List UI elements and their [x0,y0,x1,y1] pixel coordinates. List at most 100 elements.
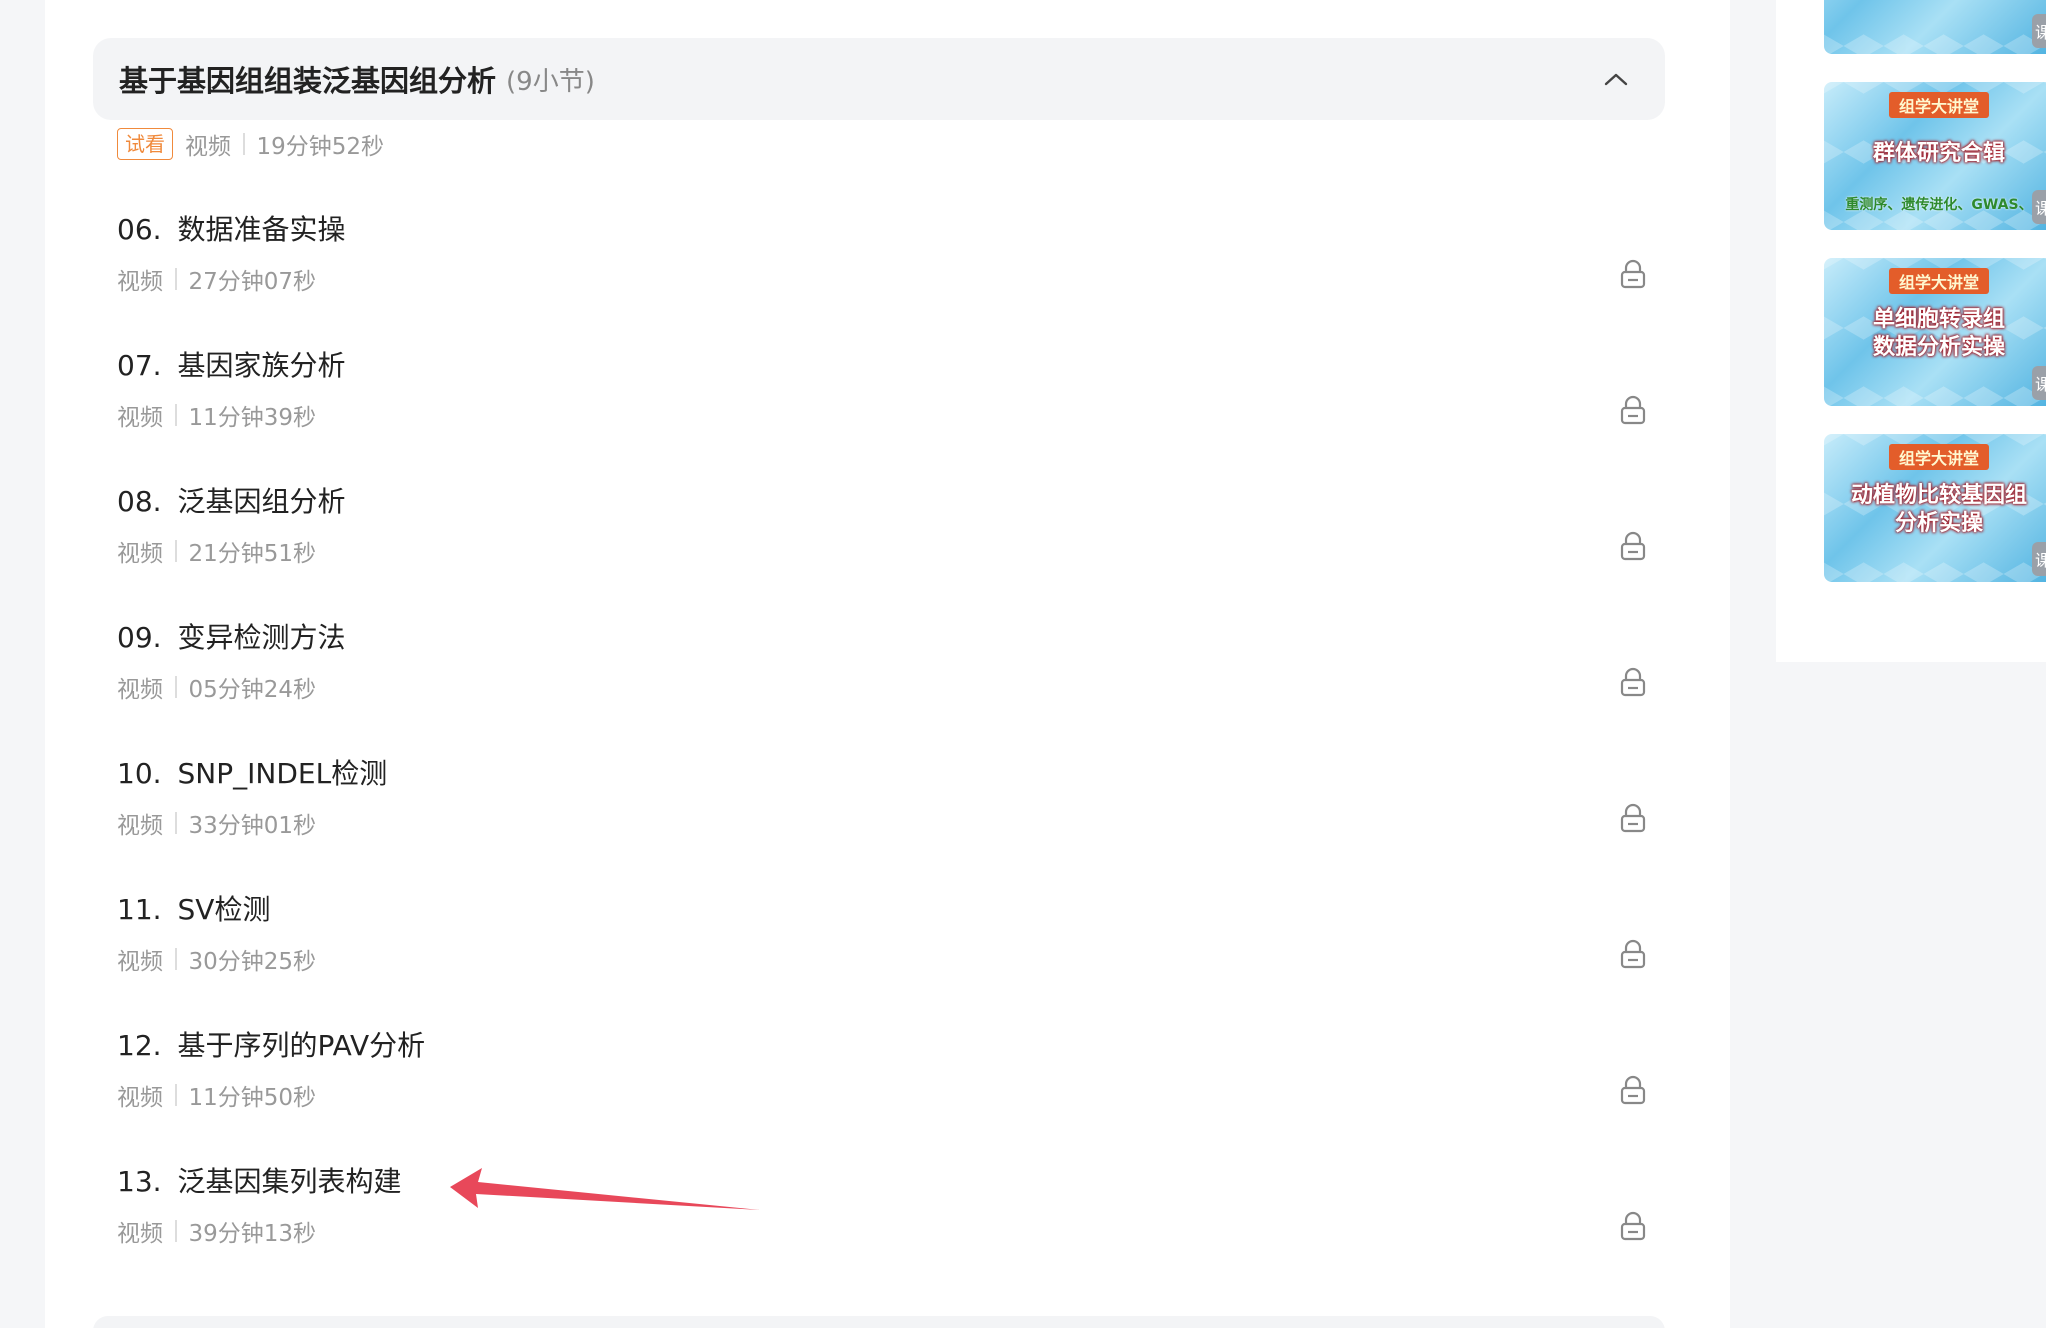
course-thumbnail[interactable]: 组学大讲堂 动植物比较基因组 分析实操 课 [1824,434,2046,582]
lesson-item[interactable]: 09. 变异检测方法 视频 05分钟24秒 [117,598,1677,734]
lock-icon [1617,666,1649,698]
lock-icon [1617,802,1649,834]
lesson-type: 视频 [117,1221,163,1247]
trial-badge: 试看 [117,128,173,160]
lesson-duration: 11分钟39秒 [188,405,317,431]
lesson-name: 泛基因组分析 [177,485,346,518]
divider [175,404,177,426]
divider [243,133,245,155]
lesson-number: 10. [117,757,162,790]
lesson-meta: 视频 27分钟07秒 [117,262,316,296]
lesson-title: 10. SNP_INDEL检测 [117,752,387,792]
lesson-meta: 视频 33分钟01秒 [117,806,316,840]
lesson-title: 12. 基于序列的PAV分析 [117,1024,425,1064]
lesson-name: 变异检测方法 [177,621,346,654]
lesson-item[interactable]: 11. SV检测 视频 30分钟25秒 [117,870,1677,1006]
course-thumbnail[interactable]: 课 [1824,0,2046,54]
lesson-duration: 19分钟52秒 [256,134,385,160]
chapter-panel: 基于基因组组装泛基因组分析 (9小节) 试看 视频 19分钟52秒 06. 数据准… [45,0,1730,1328]
divider [175,676,177,698]
section-title: 基于基因组组装泛基因组分析 [119,64,497,98]
lesson-number: 09. [117,621,162,654]
lesson-title: 11. SV检测 [117,888,270,928]
lesson-type: 视频 [117,677,163,703]
lesson-number: 12. [117,1029,162,1062]
lesson-title: 09. 变异检测方法 [117,616,346,656]
course-tag: 组学大讲堂 [1888,92,1990,118]
divider [175,1084,177,1106]
lock-icon [1617,530,1649,562]
lesson-type: 视频 [117,541,163,567]
lesson-duration: 33分钟01秒 [188,813,317,839]
lesson-item[interactable]: 12. 基于序列的PAV分析 视频 11分钟50秒 [117,1006,1677,1142]
lesson-number: 07. [117,349,162,382]
trial-lesson-meta[interactable]: 试看 视频 19分钟52秒 [117,126,384,162]
lesson-duration: 21分钟51秒 [188,541,317,567]
course-corner-label: 课 [2032,14,2046,48]
lesson-type: 视频 [117,269,163,295]
divider [175,948,177,970]
lesson-number: 11. [117,893,162,926]
lesson-duration: 11分钟50秒 [188,1085,317,1111]
divider [175,268,177,290]
lesson-meta: 视频 11分钟39秒 [117,398,316,432]
course-subtitle: 重测序、遗传进化、GWAS、 [1845,197,2033,213]
course-title: 单细胞转录组 数据分析实操 [1872,307,2005,360]
course-page: 基于基因组组装泛基因组分析 (9小节) 试看 视频 19分钟52秒 06. 数据准… [0,0,2046,1328]
annotation-arrow-icon [450,1168,760,1210]
lesson-number: 06. [117,213,162,246]
lesson-item[interactable]: 13. 泛基因集列表构建 视频 39分钟13秒 [117,1142,1677,1278]
course-corner-label: 课 [2032,366,2046,400]
lesson-type: 视频 [117,405,163,431]
divider [175,1220,177,1242]
lesson-name: 基于序列的PAV分析 [177,1029,426,1062]
course-corner-label: 课 [2032,190,2046,224]
course-corner-label: 课 [2032,542,2046,576]
lesson-number: 08. [117,485,162,518]
lock-icon [1617,938,1649,970]
lock-icon [1617,1074,1649,1106]
section-count: (9小节) [506,66,595,97]
lock-icon [1617,258,1649,290]
lesson-duration: 39分钟13秒 [188,1221,317,1247]
lock-icon [1617,1210,1649,1242]
lesson-item[interactable]: 07. 基因家族分析 视频 11分钟39秒 [117,326,1677,462]
lesson-title: 13. 泛基因集列表构建 [117,1160,402,1200]
course-tag: 组学大讲堂 [1888,444,1990,470]
lesson-item[interactable]: 10. SNP_INDEL检测 视频 33分钟01秒 [117,734,1677,870]
lesson-type: 视频 [185,134,231,160]
lesson-name: SNP_INDEL检测 [177,757,388,790]
lesson-duration: 30分钟25秒 [188,949,317,975]
lesson-item[interactable]: 06. 数据准备实操 视频 27分钟07秒 [117,190,1677,326]
course-thumbnail[interactable]: 组学大讲堂 单细胞转录组 数据分析实操 课 [1824,258,2046,406]
lesson-meta: 视频 39分钟13秒 [117,1214,316,1248]
lesson-meta: 视频 21分钟51秒 [117,534,316,568]
lesson-type: 视频 [117,813,163,839]
course-title: 动植物比较基因组 分析实操 [1850,483,2027,536]
recommended-courses: 课 组学大讲堂 群体研究合辑 重测序、遗传进化、GWAS、 课 组学大讲堂 单细… [1776,0,2046,662]
lesson-title: 06. 数据准备实操 [117,208,346,248]
course-tag: 组学大讲堂 [1888,268,1990,294]
lesson-number: 13. [117,1165,162,1198]
chevron-up-icon[interactable] [1601,64,1631,94]
course-title: 群体研究合辑 [1872,141,2005,166]
lesson-list: 06. 数据准备实操 视频 27分钟07秒 07. 基因家族分析 视频 11分钟39秒 … [117,190,1677,1278]
next-section-header[interactable] [93,1316,1665,1328]
lock-icon [1617,394,1649,426]
lesson-name: 数据准备实操 [177,213,346,246]
lesson-name: 基因家族分析 [177,349,346,382]
lesson-type: 视频 [117,1085,163,1111]
lesson-meta: 视频 11分钟50秒 [117,1078,316,1112]
lesson-meta: 视频 05分钟24秒 [117,670,316,704]
lesson-item[interactable]: 08. 泛基因组分析 视频 21分钟51秒 [117,462,1677,598]
section-header[interactable]: 基于基因组组装泛基因组分析 (9小节) [93,38,1665,120]
lesson-title: 07. 基因家族分析 [117,344,346,384]
divider [175,812,177,834]
lesson-duration: 05分钟24秒 [188,677,317,703]
course-thumbnail[interactable]: 组学大讲堂 群体研究合辑 重测序、遗传进化、GWAS、 课 [1824,82,2046,230]
lesson-duration: 27分钟07秒 [188,269,317,295]
lesson-type: 视频 [117,949,163,975]
divider [175,540,177,562]
lesson-title: 08. 泛基因组分析 [117,480,346,520]
lesson-name: SV检测 [177,893,271,926]
